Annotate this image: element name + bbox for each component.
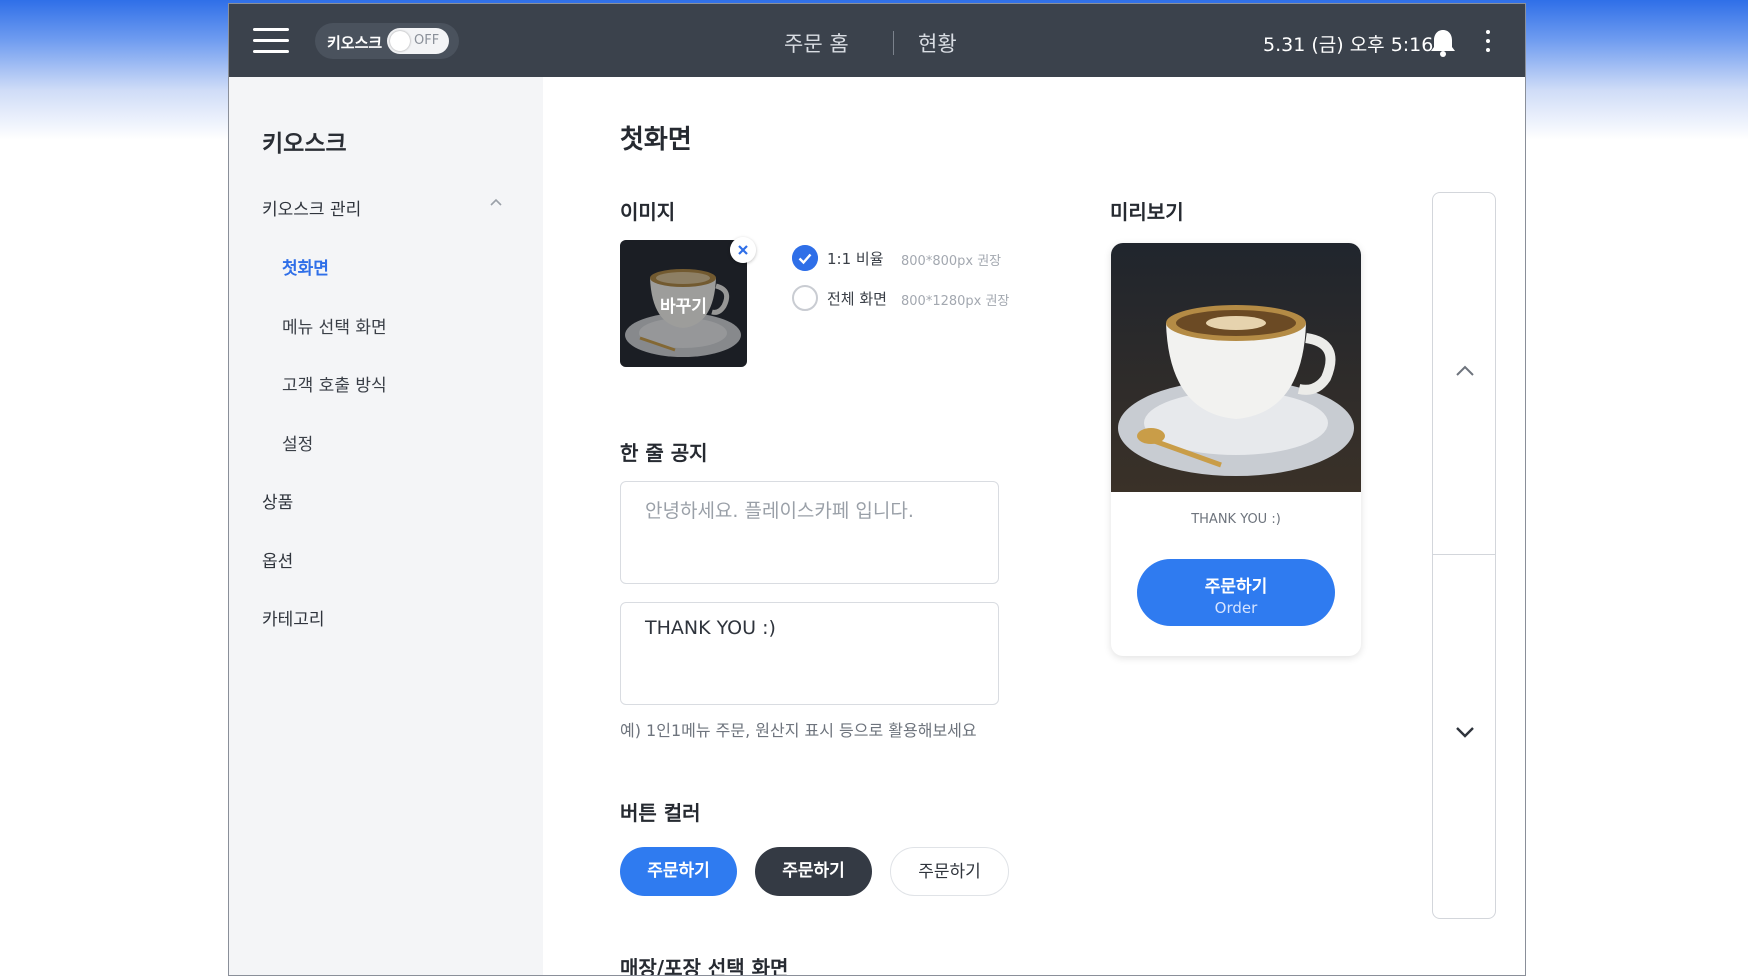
store-section-title: 매장/포장 선택 화면 (620, 956, 789, 976)
preview-card: THANK YOU :) 주문하기 Order (1111, 243, 1361, 656)
button-color-section-title: 버튼 컬러 (620, 801, 701, 825)
chevron-up-icon[interactable] (489, 197, 503, 207)
button-color-dark[interactable]: 주문하기 (755, 847, 872, 896)
ratio-option-label: 전체 화면 (827, 290, 887, 308)
radio-empty-icon (792, 285, 818, 311)
notice-hint: 예) 1인1메뉴 주문, 원산지 표시 등으로 활용해보세요 (620, 721, 977, 740)
coffee-cup-preview-image (1111, 243, 1361, 492)
check-circle-icon (792, 245, 818, 271)
hamburger-menu-icon[interactable] (253, 28, 289, 54)
kiosk-toggle-switch[interactable]: OFF (387, 28, 449, 54)
datetime-display: 5.31 (금) 오후 5:16 (1263, 34, 1434, 56)
toggle-state-text: OFF (414, 33, 440, 48)
preview-order-sublabel: Order (1214, 599, 1258, 617)
nav-status[interactable]: 현황 (918, 28, 957, 58)
chevron-up-icon (1456, 365, 1474, 376)
sidebar: 키오스크 키오스크 관리 첫화면 메뉴 선택 화면 고객 호출 방식 설정 상품… (229, 77, 543, 975)
preview-title: 미리보기 (1110, 200, 1184, 224)
app-window: 키오스크 OFF 주문 홈 현황 5.31 (금) 오후 5:16 키오스크 키… (228, 3, 1526, 976)
sidebar-group-kiosk-management[interactable]: 키오스크 관리 (262, 195, 361, 220)
sidebar-title: 키오스크 (262, 131, 347, 157)
button-color-white[interactable]: 주문하기 (890, 847, 1009, 896)
more-vertical-icon[interactable] (1483, 30, 1493, 54)
scroll-up-button[interactable] (1433, 193, 1495, 554)
sidebar-item-menu-select-screen[interactable]: 메뉴 선택 화면 (282, 313, 387, 338)
sidebar-item-settings[interactable]: 설정 (282, 430, 313, 455)
notice-input-1[interactable]: 안녕하세요. 플레이스카페 입니다. (620, 481, 999, 584)
preview-order-button[interactable]: 주문하기 Order (1137, 559, 1335, 626)
chevron-down-icon (1456, 727, 1474, 738)
ratio-option-hint: 800*1280px 권장 (901, 294, 1010, 309)
kiosk-label: 키오스크 (327, 34, 383, 52)
sidebar-item-customer-call[interactable]: 고객 호출 방식 (282, 371, 387, 396)
preview-order-label: 주문하기 (1204, 577, 1268, 597)
change-image-label: 바꾸기 (660, 297, 707, 317)
preview-notice-text: THANK YOU :) (1191, 512, 1281, 527)
image-thumbnail[interactable]: 바꾸기 (620, 240, 747, 367)
ratio-option-label: 1:1 비율 (827, 250, 884, 268)
kiosk-toggle-group: 키오스크 OFF (315, 23, 459, 59)
scroll-panel (1432, 192, 1496, 919)
bell-icon[interactable] (1429, 28, 1457, 58)
ratio-option-hint: 800*800px 권장 (901, 254, 1002, 269)
sidebar-item-home-screen[interactable]: 첫화면 (282, 254, 329, 279)
nav-order-home[interactable]: 주문 홈 (784, 28, 849, 58)
scroll-down-button[interactable] (1433, 555, 1495, 919)
button-color-blue[interactable]: 주문하기 (620, 847, 737, 896)
image-section-title: 이미지 (620, 200, 676, 224)
notice-section-title: 한 줄 공지 (620, 441, 708, 465)
sidebar-item-categories[interactable]: 카테고리 (262, 605, 325, 630)
nav-divider (893, 31, 894, 55)
sidebar-item-options[interactable]: 옵션 (262, 547, 293, 572)
toggle-knob (390, 31, 410, 51)
close-icon[interactable] (730, 237, 756, 263)
notice-input-2[interactable]: THANK YOU :) (620, 602, 999, 705)
sidebar-item-products[interactable]: 상품 (262, 488, 293, 513)
page-title: 첫화면 (620, 125, 692, 155)
top-bar: 키오스크 OFF 주문 홈 현황 5.31 (금) 오후 5:16 (229, 4, 1525, 77)
